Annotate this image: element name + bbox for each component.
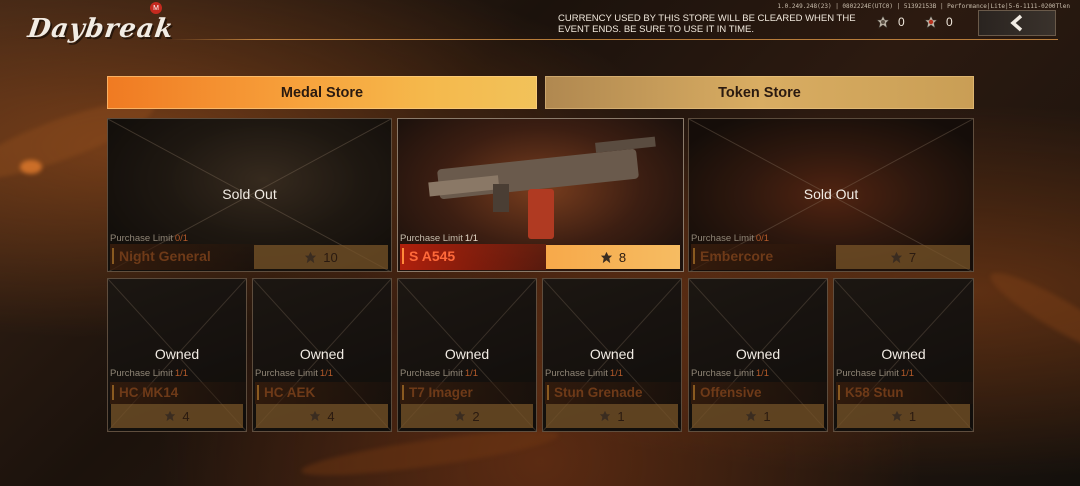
purchase-limit: Purchase Limit 1/1 <box>255 368 333 379</box>
purchase-limit: Purchase Limit 1/1 <box>400 233 478 244</box>
medal-icon <box>890 251 902 263</box>
medal-icon <box>891 410 903 422</box>
limit-label: Purchase Limit <box>545 368 608 379</box>
item-name: HC AEK <box>257 385 315 400</box>
purchase-limit: Purchase Limit 1/1 <box>691 368 769 379</box>
purchase-limit: Purchase Limit 0/1 <box>110 233 188 244</box>
store-item-stun-grenade[interactable]: Owned Purchase Limit 1/1 Stun Grenade 1 <box>542 278 682 432</box>
item-name: Offensive <box>693 385 762 400</box>
limit-value: 0/1 <box>174 233 189 244</box>
store-item-s-a545[interactable]: Purchase Limit 1/1 S A545 8 <box>397 118 684 272</box>
limit-value: 1/1 <box>609 368 624 379</box>
tab-token-store[interactable]: Token Store <box>545 76 974 109</box>
token-currency: 0 <box>924 15 953 29</box>
store-item-hc-mk14[interactable]: Owned Purchase Limit 1/1 HC MK14 4 <box>107 278 247 432</box>
item-name: HC MK14 <box>112 385 178 400</box>
purchase-limit: Purchase Limit 1/1 <box>400 368 478 379</box>
limit-label: Purchase Limit <box>255 368 318 379</box>
medal-icon <box>305 251 317 263</box>
rifle-illustration <box>428 136 656 239</box>
logo-badge: M <box>150 2 162 14</box>
limit-value: 0/1 <box>755 233 770 244</box>
store-item-offensive[interactable]: Owned Purchase Limit 1/1 Offensive 1 <box>688 278 828 432</box>
item-status: Owned <box>881 346 926 362</box>
price-tag: 1 <box>692 404 824 428</box>
item-name: Stun Grenade <box>547 385 643 400</box>
medal-icon <box>165 410 176 422</box>
price-value: 4 <box>182 408 190 424</box>
token-icon <box>924 15 938 29</box>
limit-value: 1/1 <box>755 368 770 379</box>
store-item-embercore[interactable]: Sold Out Purchase Limit 0/1 Embercore 7 <box>688 118 974 272</box>
medal-icon <box>455 410 466 422</box>
item-status: Owned <box>299 346 345 362</box>
price-value: 1 <box>908 408 917 424</box>
price-tag: 1 <box>546 404 678 428</box>
price-value: 1 <box>763 408 771 424</box>
limit-label: Purchase Limit <box>836 368 899 379</box>
price-tag: 7 <box>836 245 970 269</box>
purchase-limit: Purchase Limit 1/1 <box>545 368 623 379</box>
store-item-k58-stun[interactable]: Owned Purchase Limit 1/1 K58 Stun 1 <box>833 278 974 432</box>
game-logo: Daybreak <box>26 6 176 52</box>
purchase-limit: Purchase Limit 0/1 <box>691 233 769 244</box>
medal-count: 0 <box>898 15 905 29</box>
medal-currency: 0 <box>876 15 905 29</box>
item-status: Sold Out <box>222 186 277 202</box>
limit-label: Purchase Limit <box>400 233 463 244</box>
price-value: 2 <box>472 408 480 424</box>
currency-notice: CURRENCY USED BY THIS STORE WILL BE CLEA… <box>558 13 856 35</box>
store-item-night-general[interactable]: Sold Out Purchase Limit 0/1 Night General… <box>107 118 392 272</box>
item-status: Owned <box>735 346 781 362</box>
price-value: 7 <box>908 249 917 265</box>
price-tag: 10 <box>254 245 388 269</box>
limit-value: 1/1 <box>319 368 334 379</box>
background-ember <box>20 160 42 174</box>
chevron-left-icon <box>1010 14 1023 32</box>
item-status: Owned <box>589 346 635 362</box>
limit-value: 1/1 <box>464 233 479 244</box>
limit-value: 1/1 <box>464 368 479 379</box>
price-tag: 4 <box>111 404 243 428</box>
limit-label: Purchase Limit <box>400 368 463 379</box>
purchase-limit: Purchase Limit 1/1 <box>836 368 914 379</box>
store-item-t7-imager[interactable]: Owned Purchase Limit 1/1 T7 Imager 2 <box>397 278 537 432</box>
price-tag: 1 <box>837 404 970 428</box>
logo-text: Daybreak <box>25 14 176 44</box>
item-name: Embercore <box>693 248 773 264</box>
purchase-limit: Purchase Limit 1/1 <box>110 368 188 379</box>
limit-label: Purchase Limit <box>110 233 173 244</box>
item-name: Night General <box>112 248 211 264</box>
medal-icon <box>310 410 321 422</box>
item-status: Owned <box>444 346 490 362</box>
price-value: 10 <box>323 249 338 265</box>
store-item-hc-aek[interactable]: Owned Purchase Limit 1/1 HC AEK 4 <box>252 278 392 432</box>
limit-label: Purchase Limit <box>110 368 173 379</box>
header-divider <box>168 39 1058 40</box>
price-tag: 2 <box>401 404 533 428</box>
item-name: S A545 <box>402 248 455 264</box>
limit-value: 1/1 <box>174 368 189 379</box>
medal-icon <box>600 251 612 263</box>
medal-icon <box>600 410 611 422</box>
limit-label: Purchase Limit <box>691 368 754 379</box>
price-value: 1 <box>617 408 625 424</box>
medal-icon <box>746 410 757 422</box>
item-status: Owned <box>154 346 200 362</box>
limit-value: 1/1 <box>900 368 915 379</box>
token-count: 0 <box>946 15 953 29</box>
back-button[interactable] <box>978 10 1056 36</box>
price-value: 4 <box>327 408 335 424</box>
price-tag[interactable]: 8 <box>546 245 680 269</box>
build-info: 1.0.249.248(23) | 0802224E(UTC0) | 51392… <box>777 3 1070 10</box>
item-name: T7 Imager <box>402 385 473 400</box>
price-tag: 4 <box>256 404 388 428</box>
item-name: K58 Stun <box>838 385 904 400</box>
limit-label: Purchase Limit <box>691 233 754 244</box>
medal-icon <box>876 15 890 29</box>
background-lava-streak <box>983 262 1080 368</box>
tab-medal-store[interactable]: Medal Store <box>107 76 537 109</box>
price-value: 8 <box>618 249 627 265</box>
item-status: Sold Out <box>803 186 859 202</box>
